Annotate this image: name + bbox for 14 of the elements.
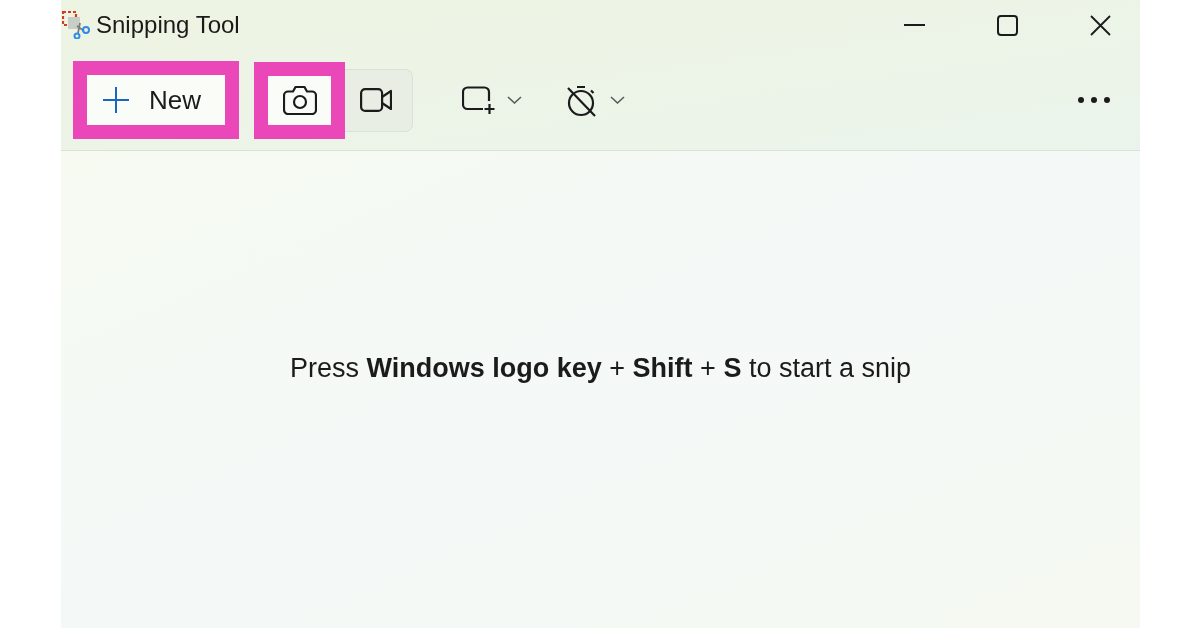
rectangle-plus-icon [462,86,495,114]
caret-icon [507,96,522,104]
plus-icon [103,87,129,113]
camera-icon [282,85,317,115]
maximize-icon [996,14,1018,36]
caret-icon [610,96,625,104]
more-icon [1078,97,1110,103]
timer-off-icon [565,83,598,117]
instruction-text: Press Windows logo key + Shift + S to start a snip [290,352,911,385]
scissors-app-icon [62,11,90,39]
video-camera-icon [359,88,392,112]
minimize-icon [903,24,925,26]
close-icon [1089,14,1111,36]
window-title: Snipping Tool [96,10,240,40]
